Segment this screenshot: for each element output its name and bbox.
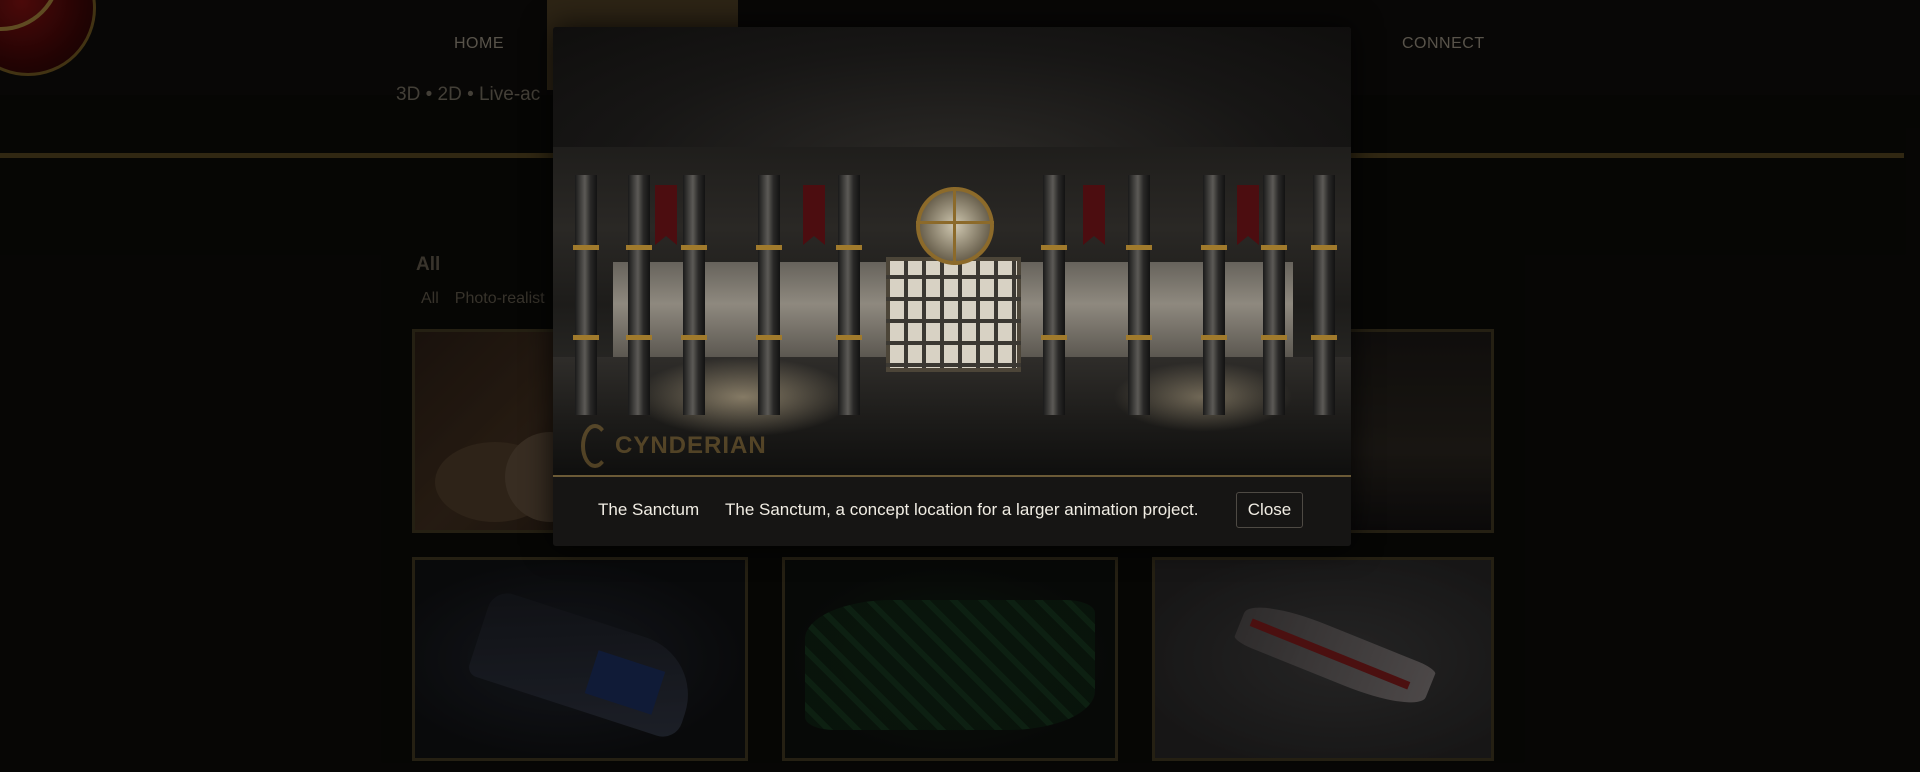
scene-door-bars <box>886 257 1021 372</box>
scene-pillar <box>681 175 707 415</box>
scene-pillar <box>1311 175 1337 415</box>
scene-pillar <box>836 175 862 415</box>
watermark-text: CYNDERIAN <box>615 432 767 459</box>
scene-pillar <box>1261 175 1287 415</box>
scene-banner <box>1083 185 1105 245</box>
scene-pillar <box>1126 175 1152 415</box>
scene-pillar <box>626 175 652 415</box>
close-button[interactable]: Close <box>1236 492 1303 528</box>
lightbox-image: CYNDERIAN <box>553 27 1351 477</box>
scene-banner <box>1237 185 1259 245</box>
image-watermark: CYNDERIAN <box>581 424 767 468</box>
scene-pillar <box>756 175 782 415</box>
lightbox-title: The Sanctum <box>598 500 700 519</box>
scene-chandelier-bar <box>953 187 956 265</box>
scene-banner <box>803 185 825 245</box>
scene-pillar <box>1041 175 1067 415</box>
scene-banner <box>655 185 677 245</box>
lightbox-footer: The Sanctum The Sanctum, a concept locat… <box>553 477 1351 546</box>
scene-pillar <box>573 175 599 415</box>
scene-ceiling <box>553 27 1351 147</box>
lightbox-modal: CYNDERIAN The Sanctum The Sanctum, a con… <box>553 27 1351 546</box>
scene-pillar <box>1201 175 1227 415</box>
lightbox-caption: The Sanctum, a concept location for a la… <box>725 500 1199 519</box>
cynderian-logo-icon <box>581 424 609 468</box>
